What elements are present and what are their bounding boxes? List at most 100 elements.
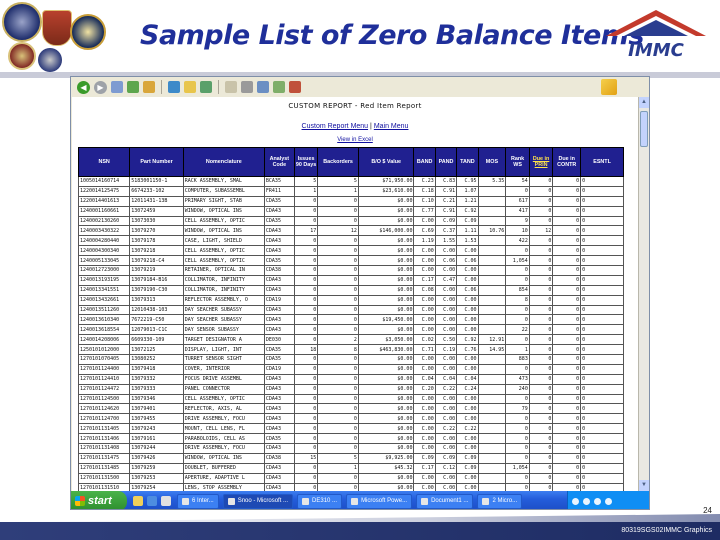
tray-icon[interactable] (583, 497, 590, 505)
table-cell: 0 (528, 265, 554, 276)
table-cell: 0 (293, 433, 319, 445)
scroll-up-icon[interactable]: ▲ (639, 97, 649, 108)
table-cell: 1 (317, 185, 359, 197)
footer-wedge (0, 514, 720, 522)
table-cell: C.00 (413, 314, 436, 326)
table-cell: 1270101131500 (77, 472, 131, 484)
table-cell: $0.00 (357, 433, 415, 445)
table-cell: 0 (528, 255, 554, 267)
scroll-down-icon[interactable]: ▼ (639, 480, 649, 491)
edit-icon[interactable] (257, 81, 269, 93)
table-cell (477, 215, 507, 227)
table-cell: 0 (528, 423, 554, 435)
table-cell: C.00 (413, 482, 436, 491)
refresh-icon[interactable] (127, 81, 139, 93)
quick-launch-icon[interactable] (161, 496, 171, 506)
custom-report-menu-link[interactable]: Custom Report Menu (302, 123, 369, 130)
table-cell: C.00 (456, 245, 479, 257)
table-cell: CASE, LIGHT, SHIELD (182, 235, 265, 247)
table-cell: DAY SEACHER SUBASSY (182, 304, 265, 316)
table-cell: 0 (528, 334, 554, 346)
mail-icon[interactable] (225, 81, 237, 93)
table-cell: $0.00 (357, 363, 415, 375)
table-cell: 0 (552, 383, 582, 395)
table-cell: CDA35 (263, 215, 295, 227)
table-cell: C.00 (413, 393, 436, 405)
table-cell: 0 (528, 245, 554, 257)
table-cell: BCA35 (263, 176, 295, 187)
table-cell: $0.00 (357, 324, 415, 336)
table-cell: 22 (505, 324, 530, 336)
table-cell: 0 (580, 433, 624, 445)
main-menu-link[interactable]: Main Menu (374, 123, 409, 130)
table-cell: C.09 (434, 452, 458, 464)
table-cell: CDA38 (263, 265, 295, 276)
table-cell: 0 (528, 324, 554, 336)
table-cell: 1.11 (456, 225, 479, 237)
table-cell: 1270101124700 (77, 413, 131, 425)
table-cell: $23,610.00 (357, 185, 415, 197)
table-cell: 0 (293, 363, 319, 375)
table-cell: 0 (317, 265, 359, 276)
vertical-scrollbar[interactable]: ▲ ▼ (638, 97, 649, 491)
table-cell: 13079218-C4 (129, 255, 184, 267)
table-cell: 0 (528, 433, 554, 445)
table-cell: 0 (580, 284, 624, 296)
table-cell: C.00 (434, 413, 458, 425)
table-cell: 0 (552, 304, 582, 316)
messenger-icon[interactable] (289, 81, 301, 93)
table-cell: 0 (528, 314, 554, 326)
taskbar-task-button[interactable]: Document1 ... (416, 493, 474, 509)
table-cell: 0 (293, 265, 319, 276)
view-in-excel-link[interactable]: View in Excel (72, 137, 638, 143)
table-cell: 13079219 (129, 265, 184, 276)
table-cell: PRIMARY SIGHT, STAB (182, 195, 265, 207)
favorites-icon[interactable] (184, 81, 196, 93)
table-row: 1240012723000 13079219 RETAINER, OPTICAL I… (77, 265, 624, 276)
scroll-thumb[interactable] (640, 111, 648, 147)
column-header: ESNTL (580, 147, 624, 177)
taskbar-task-button[interactable]: Snoo - Microsoft ... (222, 493, 294, 509)
start-button[interactable]: start (71, 491, 127, 509)
table-cell: 0 (528, 462, 554, 474)
table-cell: C.91 (434, 205, 458, 217)
taskbar-task-button[interactable]: 2 Micro... (477, 493, 523, 509)
forward-icon[interactable]: ▶ (94, 80, 107, 94)
table-cell: 0 (293, 215, 319, 227)
search-icon[interactable] (168, 81, 180, 93)
task-app-icon (227, 497, 235, 505)
table-cell: 422 (505, 235, 530, 247)
table-cell (477, 403, 507, 415)
home-icon[interactable] (143, 81, 155, 93)
stop-icon[interactable] (111, 81, 123, 93)
table-cell: CDA43 (263, 245, 295, 257)
table-cell: $0.00 (357, 443, 415, 454)
table-row: 1270101131485 13079259 DOUBLET, BUFFERED CD… (77, 462, 624, 474)
history-icon[interactable] (200, 81, 212, 93)
table-cell: 0 (552, 354, 582, 365)
quick-launch-icon[interactable] (147, 496, 157, 506)
table-cell: 0 (293, 274, 319, 286)
quick-launch-icon[interactable] (133, 496, 143, 506)
back-icon[interactable]: ◀ (77, 80, 90, 94)
table-row: 1240014208006 6609330-109 TARGET DESIGNATO… (77, 334, 624, 346)
table-cell: CELL ASSEMBLY, OPTIC (182, 215, 265, 227)
tray-icon[interactable] (594, 497, 601, 505)
print-icon[interactable] (241, 81, 253, 93)
table-cell: C.00 (456, 274, 479, 286)
table-cell: 0 (293, 235, 319, 247)
table-cell: 2 (317, 334, 359, 346)
table-cell: 0 (528, 393, 554, 405)
column-header[interactable]: Due in PRIN (528, 147, 554, 177)
taskbar-task-button[interactable]: 6 Inter... (177, 493, 219, 509)
table-cell: 0 (580, 334, 624, 346)
table-cell: 0 (580, 462, 624, 474)
taskbar-task-button[interactable]: Microsoft Powe... (346, 493, 413, 509)
table-cell: 5 (317, 452, 359, 464)
table-cell: 0 (580, 176, 624, 187)
tray-icon[interactable] (605, 497, 612, 505)
taskbar-task-button[interactable]: DE310 ... (297, 493, 343, 509)
tray-icon[interactable] (572, 497, 579, 505)
discuss-icon[interactable] (273, 81, 285, 93)
table-row: 1270101124700 13079455 DRIVE ASSEMBLY, FOC… (77, 413, 624, 425)
